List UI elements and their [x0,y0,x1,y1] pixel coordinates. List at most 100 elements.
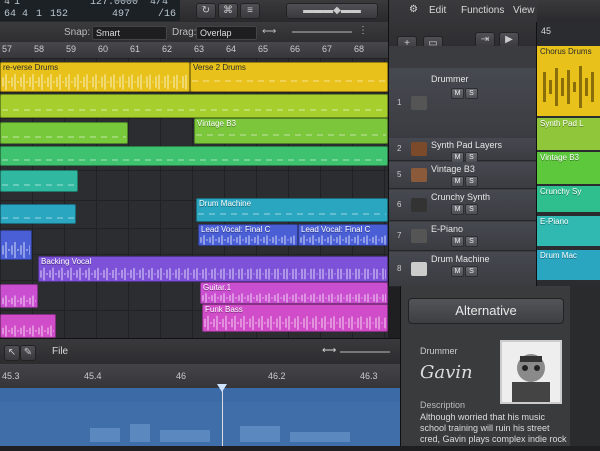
track-header[interactable]: 2 Synth Pad Layers M S [389,138,537,163]
lcd-signature: 4/4 [150,0,169,8]
ruler-number: 63 [194,44,205,54]
drag-label: Drag: [172,27,197,38]
tracks-area[interactable]: re-verse Drums Verse 2 Drums Vintage B3 Dru… [0,58,388,338]
pointer-tool[interactable]: ↖ [4,345,20,361]
track-header[interactable]: 5 Vintage B3 M S [389,162,537,189]
strip-region-epiano[interactable]: E-Piano [537,216,600,246]
track-region[interactable]: Guitar.1 [200,282,388,304]
lcd-display[interactable]: 4 1 127.0000 4/4 64 4 1 152 497 /16 [0,0,180,21]
track-lane-divider [0,254,388,255]
lcd-bar: 4 [4,0,11,8]
strip-region-drummachine[interactable]: Drum Mac [537,250,600,280]
strip-region-synth[interactable]: Synth Pad L [537,118,600,150]
drummer-avatar [500,340,562,404]
editor-ruler[interactable]: 45.3 45.4 46 46.2 46.3 [0,364,400,388]
editor-zoom-icon[interactable]: ⟷ [322,345,336,356]
editor-cycle-bar [0,388,400,402]
solo-button[interactable]: S [465,236,478,247]
master-volume-slider[interactable]: ▬▬▬◆▬▬ [286,3,378,19]
zoom-slider[interactable] [292,31,352,33]
cycle-button[interactable]: ↻ [196,3,216,19]
mute-button[interactable]: M [451,176,464,187]
snap-select[interactable]: Smart [92,26,167,40]
track-region[interactable] [0,314,56,338]
waveform [2,241,30,259]
track-region[interactable] [0,170,78,192]
ruler-number: 66 [290,44,301,54]
midi-notes [2,215,74,222]
lcd-keysig-b: /16 [158,9,177,20]
region-label: Vintage B3 [197,119,236,128]
pencil-tool[interactable]: ✎ [20,345,36,361]
view-menu[interactable]: View [513,5,535,16]
edit-menu[interactable]: Edit [429,5,446,16]
track-number: 1 [397,98,402,107]
tuner-button[interactable]: ⌘ [218,3,238,19]
solo-button[interactable]: S [465,204,478,215]
track-region[interactable]: Verse 2 Drums [190,62,388,92]
functions-menu[interactable]: Functions [461,5,504,16]
lcd-pos-c: 1 [36,9,43,20]
zoom-icon[interactable]: ⟷ [262,26,276,37]
track-region[interactable] [0,204,76,224]
mute-button[interactable]: M [451,236,464,247]
alternative-button[interactable]: Alternative [408,298,564,324]
drag-select[interactable]: Overlap [196,26,257,40]
editor-zoom-slider[interactable] [340,351,390,353]
track-region[interactable] [0,146,388,166]
mute-button[interactable]: M [451,88,464,99]
solo-button[interactable]: S [465,88,478,99]
track-region[interactable] [0,230,32,260]
mute-button[interactable]: M [451,266,464,277]
track-header[interactable]: 1 Drummer M S [389,68,537,139]
midi-notes [2,157,386,164]
track-header[interactable]: 8 Drum Machine M S [389,252,537,287]
track-header[interactable]: 7 E-Piano M S [389,222,537,251]
ruler-number: 61 [130,44,141,54]
track-lane-divider [0,58,388,59]
waveform-zoom-icon[interactable]: ⋮ [358,25,368,36]
strip-region-b3[interactable]: Vintage B3 [537,152,600,184]
ruler-number: 58 [34,44,45,54]
strip-ruler-number: 45 [541,26,552,36]
track-region[interactable]: Drum Machine [196,198,388,222]
track-region[interactable]: re-verse Drums [0,62,190,92]
playhead[interactable] [222,388,223,446]
track-region[interactable] [0,122,128,144]
settings-icon[interactable]: ⚙ [409,4,418,15]
countin-button[interactable]: ≡ [240,3,260,19]
loops-panel-edge [570,286,600,446]
waveform [40,267,386,281]
editor-waveform[interactable] [0,388,400,446]
track-region[interactable] [0,284,38,308]
ruler-number: 59 [66,44,77,54]
solo-button[interactable]: S [465,266,478,277]
mute-button[interactable]: M [451,204,464,215]
track-region[interactable]: Lead Vocal: Final C [298,224,388,246]
instrument-icon [411,262,427,276]
strip-region-crunchy[interactable]: Crunchy Sy [537,186,600,212]
track-header[interactable]: 6 Crunchy Synth M S [389,190,537,221]
strip-region-chorus[interactable]: Chorus Drums [537,46,600,116]
waveform [543,66,594,108]
track-region[interactable]: Funk Bass [202,304,388,332]
playhead-marker-icon[interactable] [217,384,227,392]
strip-region-label: Vintage B3 [540,153,579,162]
solo-button[interactable]: S [465,176,478,187]
editor-ruler-number: 46 [176,371,187,381]
waveform [300,235,386,245]
track-region[interactable] [0,94,388,118]
ruler-number: 68 [354,44,365,54]
midi-notes [2,181,76,190]
track-number: 6 [397,200,402,209]
track-region[interactable]: Vintage B3 [194,118,388,144]
region-label: Verse 2 Drums [193,63,246,72]
track-region[interactable]: Backing Vocal [38,256,388,282]
lcd-beat: 1 [14,0,21,8]
drummer-label: Drummer [420,346,458,356]
instrument-icon [411,168,427,182]
bar-ruler[interactable]: 57 58 59 60 61 62 63 64 65 66 67 68 [0,42,388,59]
ruler-number: 67 [322,44,333,54]
track-region[interactable]: Lead Vocal: Final C [198,224,298,246]
file-menu[interactable]: File [52,346,68,357]
